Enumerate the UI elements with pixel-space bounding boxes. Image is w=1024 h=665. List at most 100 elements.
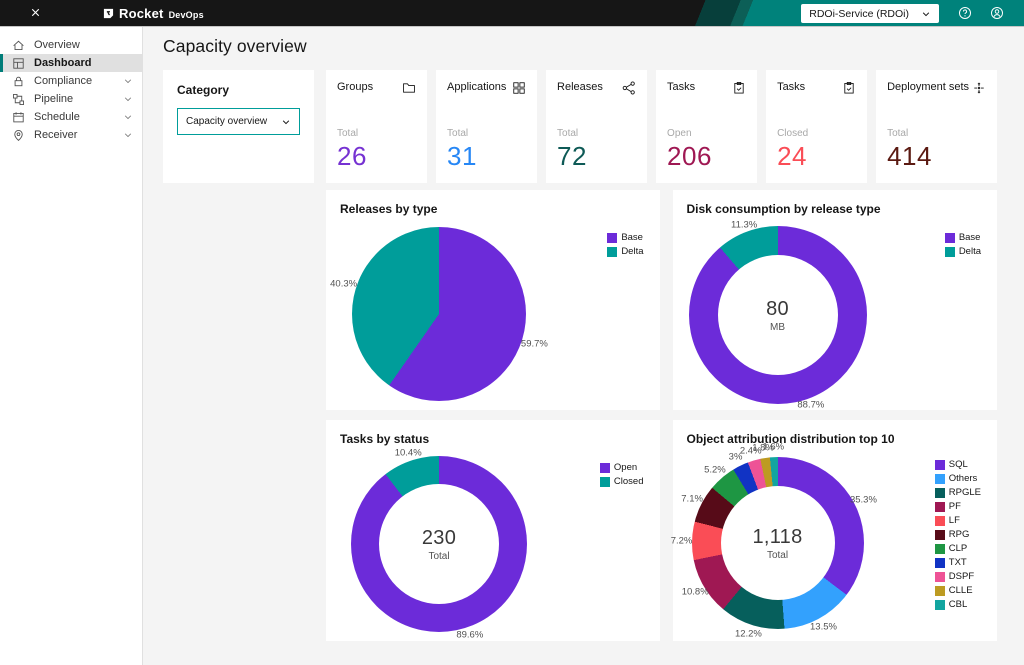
- category-select[interactable]: Capacity overview: [177, 108, 300, 135]
- brand-product: DevOps: [169, 10, 204, 20]
- donut-center-value: 1,118: [752, 526, 802, 549]
- folder-icon: [402, 81, 416, 95]
- slice-label: 12.2%: [735, 629, 762, 640]
- legend-item-dspf[interactable]: DSPF: [935, 571, 981, 582]
- legend-item-clle[interactable]: CLLE: [935, 585, 981, 596]
- sidebar-item-dashboard[interactable]: Dashboard: [0, 54, 142, 72]
- network-icon: [622, 81, 636, 95]
- legend-label: Open: [614, 462, 637, 473]
- sidebar-item-schedule[interactable]: Schedule: [0, 108, 142, 126]
- sidebar-nav: OverviewDashboardCompliancePipelineSched…: [0, 36, 142, 144]
- slice-label: 89.6%: [456, 629, 483, 640]
- stat-card-header: Tasks: [777, 81, 856, 95]
- legend-label: Delta: [621, 246, 643, 257]
- chart-legend: Base Delta: [607, 232, 643, 257]
- user-icon[interactable]: [989, 6, 1004, 21]
- pipeline-icon: [12, 93, 25, 106]
- legend-label: PF: [949, 501, 961, 512]
- legend-swatch: [935, 586, 945, 596]
- stat-card-sublabel: Closed: [777, 128, 808, 139]
- grid-icon: [512, 81, 526, 95]
- home-icon: [12, 39, 25, 52]
- legend-label: DSPF: [949, 571, 974, 582]
- legend-swatch: [935, 558, 945, 568]
- legend-item-open[interactable]: Open: [600, 462, 644, 473]
- chevron-down-icon: [123, 94, 133, 104]
- stat-card-title: Applications: [447, 81, 506, 93]
- slice-label: 7.2%: [671, 535, 693, 546]
- sidebar-item-overview[interactable]: Overview: [0, 36, 142, 54]
- sidebar-item-label: Pipeline: [34, 90, 123, 108]
- legend-item-delta[interactable]: Delta: [607, 246, 643, 257]
- chart-title: Object attribution distribution top 10: [687, 432, 984, 446]
- dashboard-icon: [12, 57, 25, 70]
- legend-label: CBL: [949, 599, 967, 610]
- legend-item-delta[interactable]: Delta: [945, 246, 981, 257]
- stat-card-sublabel: Open: [667, 128, 691, 139]
- legend-label: Delta: [959, 246, 981, 257]
- sidebar-item-receiver[interactable]: Receiver: [0, 126, 142, 144]
- legend-item-sql[interactable]: SQL: [935, 459, 981, 470]
- legend-item-base[interactable]: Base: [607, 232, 643, 243]
- main-content: Capacity overview Category Capacity over…: [144, 27, 1024, 665]
- rocket-logo-icon: [103, 8, 114, 19]
- help-icon[interactable]: [957, 6, 972, 21]
- chevron-down-icon: [281, 117, 291, 127]
- stat-card-header: Deployment sets: [887, 81, 986, 95]
- app-header: Rocket DevOps RDOi-Service (RDOi): [0, 0, 1024, 27]
- legend-item-txt[interactable]: TXT: [935, 557, 981, 568]
- chevron-down-icon: [123, 76, 133, 86]
- stat-card-value: 24: [777, 141, 807, 172]
- stat-card-sublabel: Total: [447, 128, 468, 139]
- service-selector-value: RDOi-Service (RDOi): [809, 8, 909, 20]
- sidebar-item-compliance[interactable]: Compliance: [0, 72, 142, 90]
- legend-label: CLLE: [949, 585, 973, 596]
- donut-center-label: MB: [770, 322, 785, 333]
- chart-title: Releases by type: [340, 202, 646, 216]
- slice-label: 59.7%: [521, 339, 548, 350]
- legend-label: LF: [949, 515, 960, 526]
- chart-legend: Open Closed: [600, 462, 644, 487]
- legend-swatch: [945, 247, 955, 257]
- slice-label: 10.4%: [395, 448, 422, 459]
- slice-label: 11.3%: [731, 219, 757, 230]
- legend-label: Base: [621, 232, 643, 243]
- legend-swatch: [935, 530, 945, 540]
- charts-row-2: Tasks by status OpenClosed 230Total89.6%…: [326, 420, 997, 641]
- legend-swatch: [935, 502, 945, 512]
- charts-row-1: Releases by type BaseDelta 59.7%40.3% Di…: [326, 190, 997, 410]
- legend-item-clp[interactable]: CLP: [935, 543, 981, 554]
- stat-card-releases-total: ReleasesTotal72: [546, 70, 647, 183]
- legend-item-lf[interactable]: LF: [935, 515, 981, 526]
- donut-center-label: Total: [767, 550, 788, 561]
- chart-legend: SQL Others RPGLE PF LF RPG CLP TXT DSPF CLLE CBL: [935, 459, 981, 610]
- sidebar-item-pipeline[interactable]: Pipeline: [0, 90, 142, 108]
- donut-center: 80MB: [718, 255, 838, 375]
- legend-item-rpg[interactable]: RPG: [935, 529, 981, 540]
- sidebar-item-label: Receiver: [34, 126, 123, 144]
- chevron-down-icon: [123, 130, 133, 140]
- legend-item-closed[interactable]: Closed: [600, 476, 644, 487]
- service-selector[interactable]: RDOi-Service (RDOi): [801, 4, 939, 23]
- legend-item-base[interactable]: Base: [945, 232, 981, 243]
- pie[interactable]: [352, 227, 526, 401]
- legend-label: SQL: [949, 459, 968, 470]
- close-icon[interactable]: [28, 6, 43, 21]
- slice-label: 35.3%: [850, 495, 877, 506]
- sidebar-item-label: Overview: [34, 36, 133, 54]
- legend-item-rpgle[interactable]: RPGLE: [935, 487, 981, 498]
- legend-swatch: [935, 600, 945, 610]
- legend-swatch: [607, 233, 617, 243]
- slice-label: 88.7%: [797, 400, 824, 411]
- chevron-down-icon: [921, 9, 931, 19]
- page-title: Capacity overview: [163, 34, 997, 58]
- slice-label: 5.2%: [704, 465, 726, 476]
- legend-item-cbl[interactable]: CBL: [935, 599, 981, 610]
- legend-item-others[interactable]: Others: [935, 473, 981, 484]
- stat-card-title: Tasks: [667, 81, 695, 93]
- legend-item-pf[interactable]: PF: [935, 501, 981, 512]
- stat-card-value: 26: [337, 141, 367, 172]
- donut-center-label: Total: [428, 551, 449, 562]
- stat-card-header: Applications: [447, 81, 526, 95]
- legend-swatch: [935, 488, 945, 498]
